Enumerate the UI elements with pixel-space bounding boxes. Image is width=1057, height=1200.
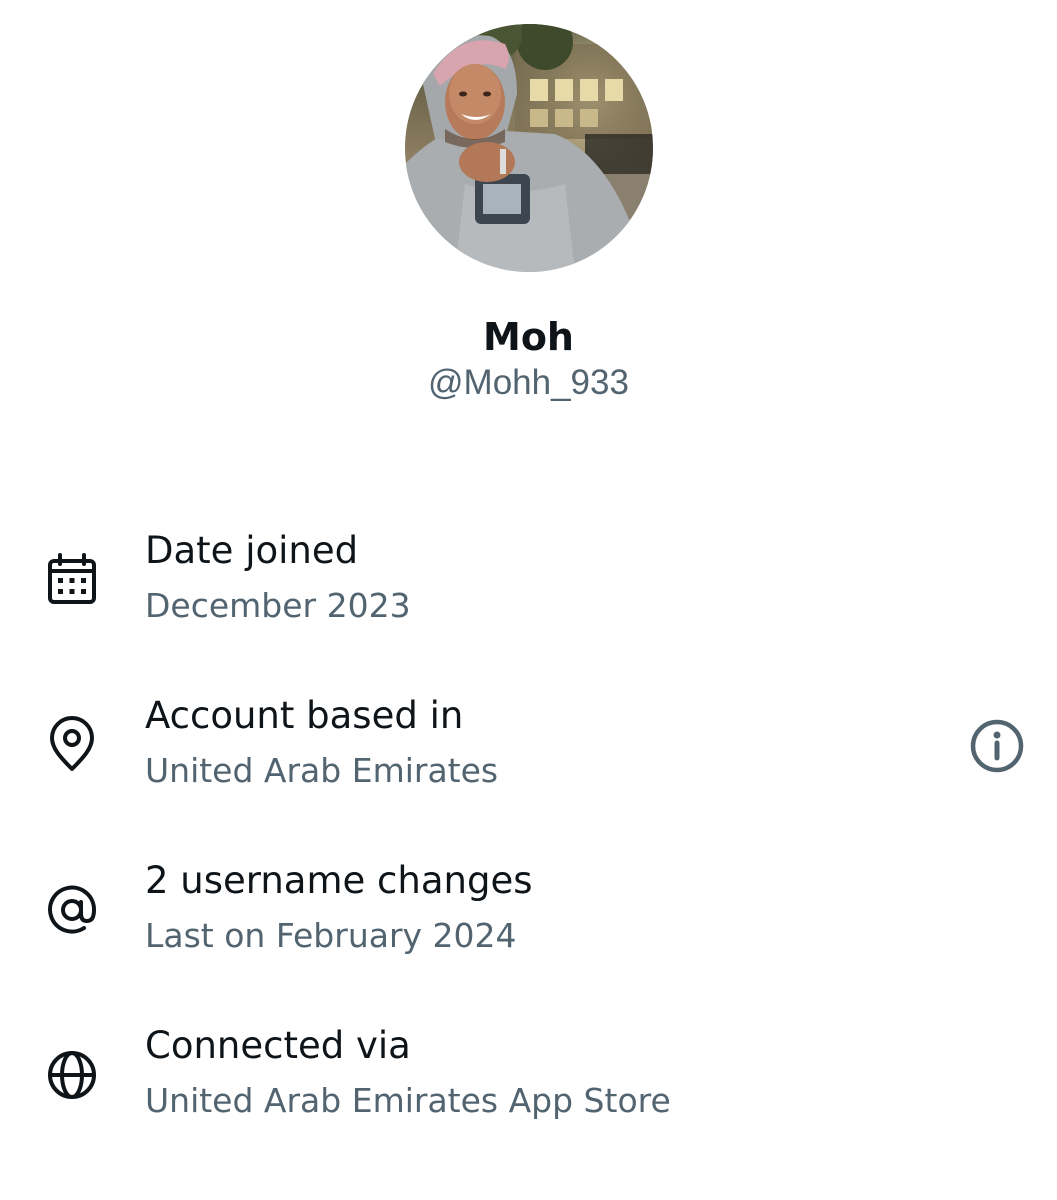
connected-via-value: United Arab Emirates App Store bbox=[145, 1081, 671, 1120]
connected-via-label: Connected via bbox=[145, 1024, 411, 1067]
profile-header: Moh @Mohh_933 bbox=[0, 0, 1057, 420]
connected-via-row: Connected via United Arab Emirates App S… bbox=[0, 1023, 1057, 1143]
account-based-in-label: Account based in bbox=[145, 694, 464, 737]
profile-avatar[interactable] bbox=[405, 24, 653, 272]
location-pin-icon bbox=[42, 715, 102, 775]
globe-icon bbox=[42, 1045, 102, 1105]
at-sign-icon bbox=[42, 880, 102, 940]
account-based-in-value: United Arab Emirates bbox=[145, 751, 499, 790]
account-based-in-row: Account based in United Arab Emirates bbox=[0, 693, 1057, 813]
username-handle: @Mohh_933 bbox=[428, 363, 629, 402]
username-changes-label: 2 username changes bbox=[145, 859, 533, 902]
date-joined-value: December 2023 bbox=[145, 586, 411, 625]
date-joined-label: Date joined bbox=[145, 529, 359, 572]
calendar-icon bbox=[42, 550, 102, 610]
username-changes-value: Last on February 2024 bbox=[145, 916, 517, 955]
display-name: Moh bbox=[483, 315, 574, 359]
date-joined-row: Date joined December 2023 bbox=[0, 528, 1057, 648]
username-changes-row: 2 username changes Last on February 2024 bbox=[0, 858, 1057, 978]
avatar-photo-image bbox=[405, 24, 653, 272]
info-icon[interactable] bbox=[962, 711, 1032, 781]
